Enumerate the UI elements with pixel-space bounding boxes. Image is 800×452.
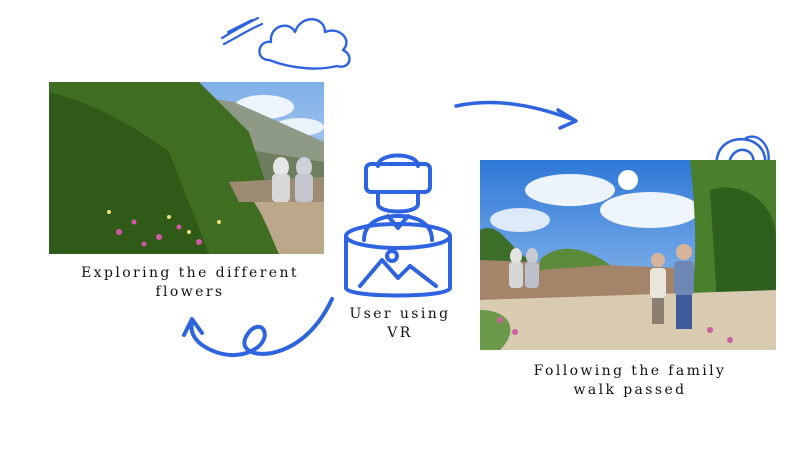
vr-user-icon [344,153,452,298]
left-caption-line1: Exploring the different [81,265,299,281]
center-caption-line2: VR [387,325,413,341]
right-caption-line1: Following the family [533,363,727,379]
arrow-right-icon [454,100,578,130]
left-garden-photo [49,82,324,254]
right-caption-line2: walk passed [573,382,687,398]
cloud-icon [258,18,351,70]
right-caption: Following the family walk passed [480,362,780,400]
right-family-photo [480,160,776,350]
center-caption-line1: User using [349,306,451,322]
loop-arrow-left-icon [182,297,334,357]
center-caption: User using VR [330,305,470,343]
